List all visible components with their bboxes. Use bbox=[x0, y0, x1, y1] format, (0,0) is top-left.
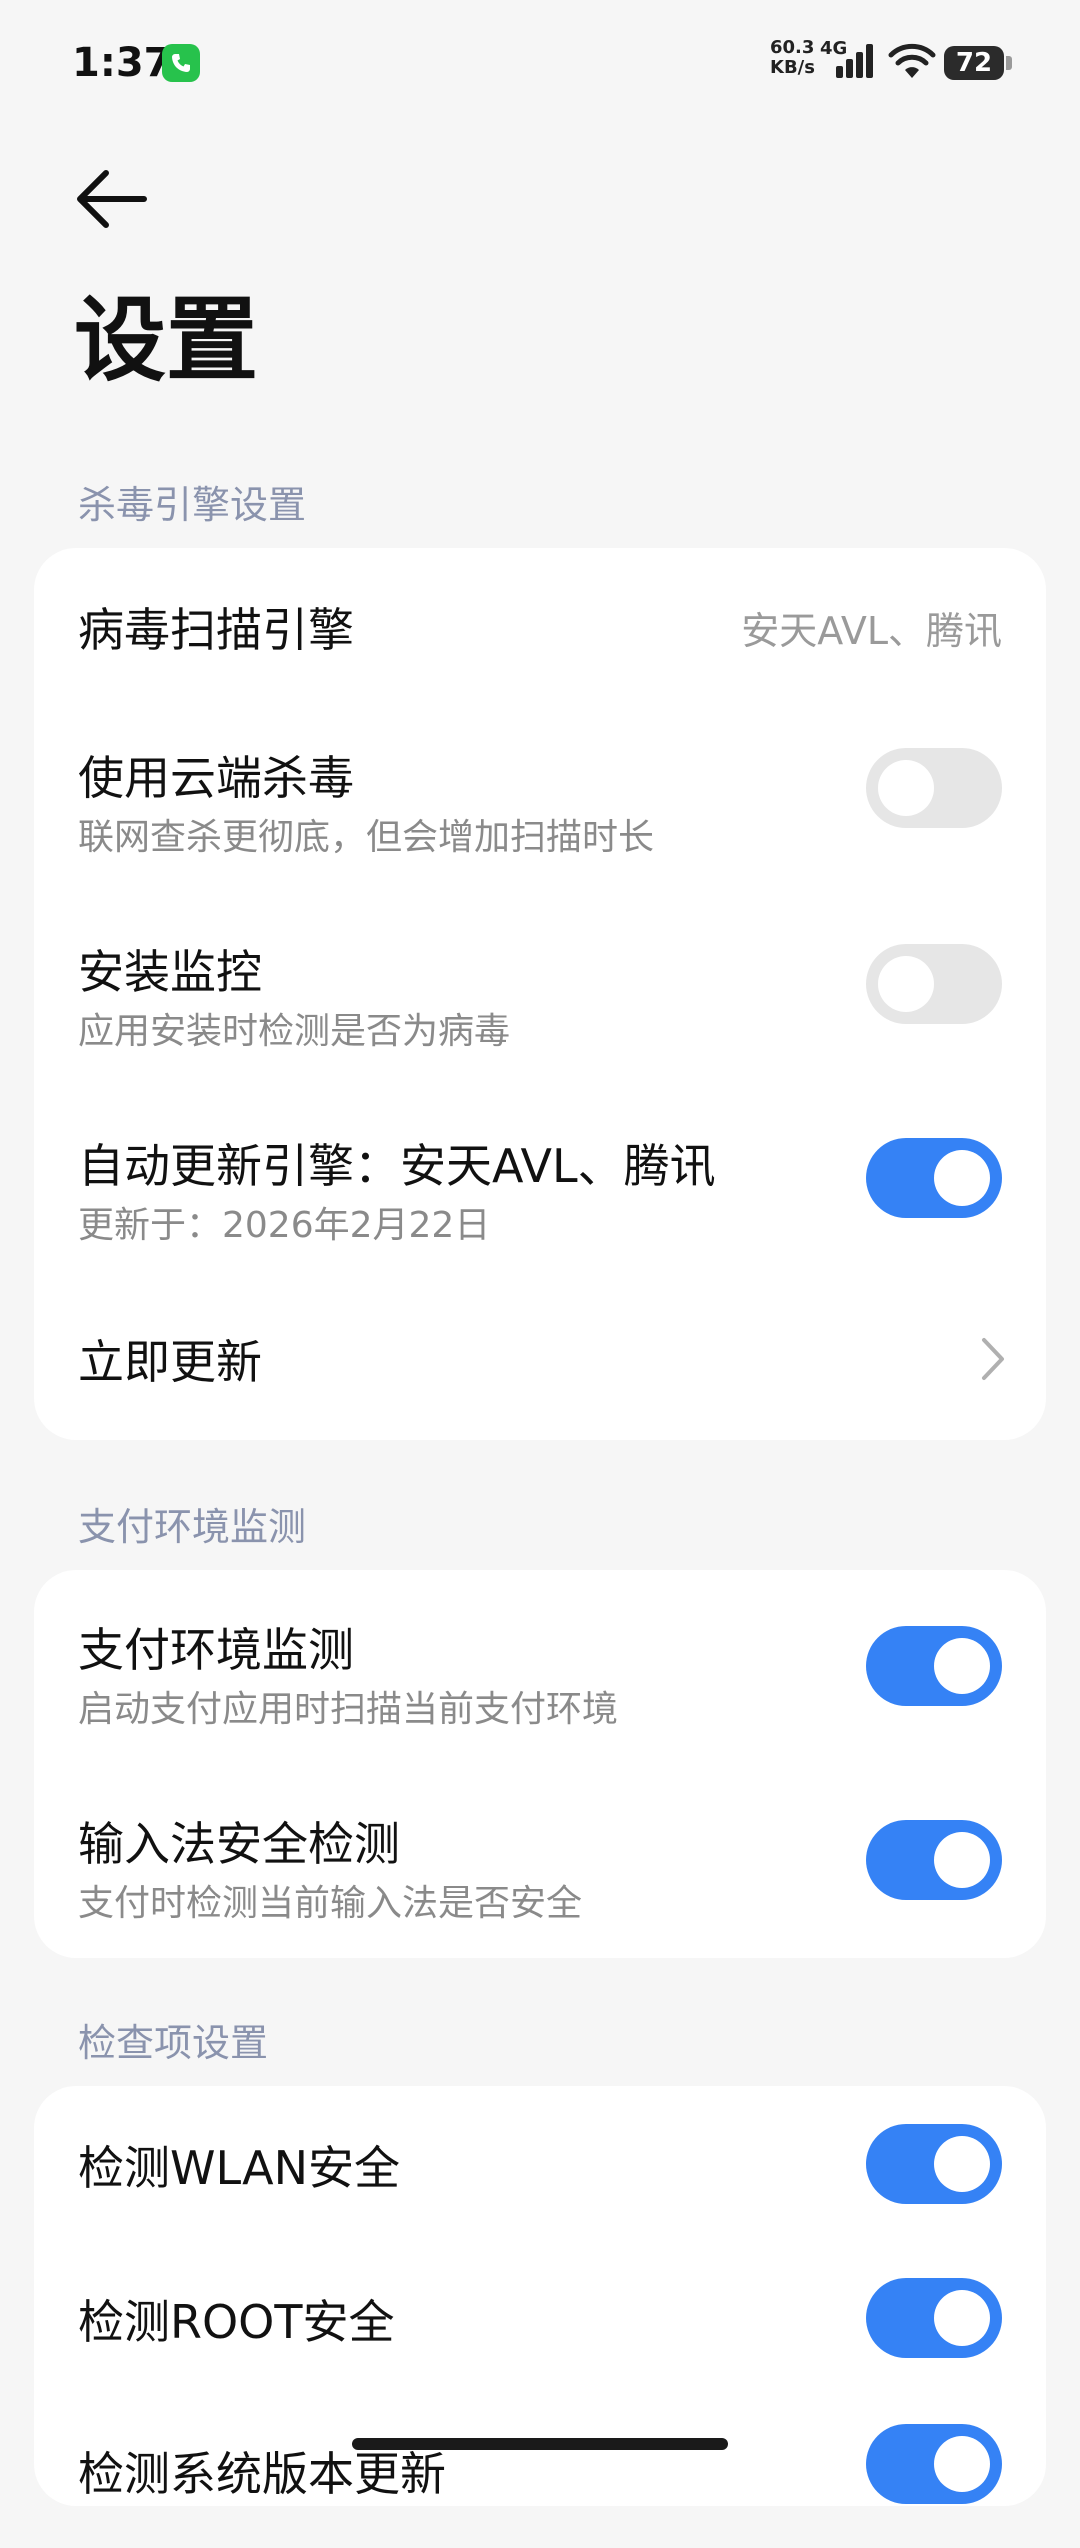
net-speed-unit: KB/s bbox=[770, 57, 815, 78]
home-indicator[interactable] bbox=[352, 2438, 728, 2450]
payment-monitor-title: 支付环境监测 bbox=[78, 1623, 354, 1677]
net-speed-value: 60.3 bbox=[770, 37, 815, 58]
signal-icon bbox=[836, 44, 873, 78]
auto-update-sub: 更新于：2026年2月22日 bbox=[78, 1205, 491, 1246]
wifi-icon bbox=[888, 43, 936, 78]
cloud-antivirus-title: 使用云端杀毒 bbox=[78, 751, 354, 805]
payment-monitor-toggle[interactable] bbox=[866, 1626, 1002, 1706]
engine-row[interactable]: 病毒扫描引擎 安天AVL、腾讯 bbox=[34, 548, 1046, 698]
section-title-checks: 检查项设置 bbox=[78, 2021, 269, 2065]
battery-tip bbox=[1006, 56, 1012, 70]
update-now-row[interactable]: 立即更新 bbox=[34, 1280, 1046, 1440]
cloud-antivirus-toggle[interactable] bbox=[866, 748, 1002, 828]
phone-call-icon bbox=[162, 44, 200, 82]
install-monitor-sub: 应用安装时检测是否为病毒 bbox=[78, 1011, 511, 1052]
card-payment: 支付环境监测 启动支付应用时扫描当前支付环境 输入法安全检测 支付时检测当前输入… bbox=[34, 1570, 1046, 1958]
wlan-check-toggle[interactable] bbox=[866, 2124, 1002, 2204]
auto-update-title: 自动更新引擎：安天AVL、腾讯 bbox=[78, 1139, 716, 1193]
card-antivirus: 病毒扫描引擎 安天AVL、腾讯 使用云端杀毒 联网查杀更彻底，但会增加扫描时长 … bbox=[34, 548, 1046, 1440]
sysver-check-toggle[interactable] bbox=[866, 2424, 1002, 2504]
wlan-check-title: 检测WLAN安全 bbox=[78, 2141, 401, 2195]
ime-check-title: 输入法安全检测 bbox=[78, 1817, 400, 1871]
auto-update-row: 自动更新引擎：安天AVL、腾讯 更新于：2026年2月22日 bbox=[34, 1086, 1046, 1280]
page-title: 设置 bbox=[74, 287, 259, 394]
root-check-toggle[interactable] bbox=[866, 2278, 1002, 2358]
engine-value: 安天AVL、腾讯 bbox=[741, 609, 1002, 653]
cloud-antivirus-sub: 联网查杀更彻底，但会增加扫描时长 bbox=[78, 817, 655, 858]
ime-check-sub: 支付时检测当前输入法是否安全 bbox=[78, 1883, 583, 1924]
root-check-title: 检测ROOT安全 bbox=[78, 2295, 395, 2349]
wlan-check-row: 检测WLAN安全 bbox=[34, 2086, 1046, 2240]
chevron-right-icon bbox=[982, 1338, 1004, 1380]
arrow-left-icon bbox=[77, 170, 147, 228]
install-monitor-row: 安装监控 应用安装时检测是否为病毒 bbox=[34, 892, 1046, 1086]
back-button[interactable] bbox=[74, 166, 152, 232]
status-bar: 1:37 60.3 KB/s 4G 72 bbox=[0, 0, 1080, 128]
update-now-label: 立即更新 bbox=[78, 1335, 262, 1389]
sysver-check-row: 检测系统版本更新 bbox=[34, 2394, 1046, 2548]
payment-monitor-row: 支付环境监测 启动支付应用时扫描当前支付环境 bbox=[34, 1570, 1046, 1764]
payment-monitor-sub: 启动支付应用时扫描当前支付环境 bbox=[78, 1689, 619, 1730]
install-monitor-title: 安装监控 bbox=[78, 945, 262, 999]
auto-update-toggle[interactable] bbox=[866, 1138, 1002, 1218]
root-check-row: 检测ROOT安全 bbox=[34, 2240, 1046, 2394]
network-speed: 60.3 KB/s bbox=[770, 38, 815, 78]
section-title-payment: 支付环境监测 bbox=[78, 1505, 307, 1549]
ime-check-toggle[interactable] bbox=[866, 1820, 1002, 1900]
install-monitor-toggle[interactable] bbox=[866, 944, 1002, 1024]
ime-check-row: 输入法安全检测 支付时检测当前输入法是否安全 bbox=[34, 1764, 1046, 1958]
status-time: 1:37 bbox=[72, 40, 172, 86]
section-title-antivirus: 杀毒引擎设置 bbox=[78, 483, 307, 527]
battery-indicator: 72 bbox=[944, 46, 1004, 80]
engine-label: 病毒扫描引擎 bbox=[78, 603, 354, 657]
cloud-antivirus-row: 使用云端杀毒 联网查杀更彻底，但会增加扫描时长 bbox=[34, 698, 1046, 892]
